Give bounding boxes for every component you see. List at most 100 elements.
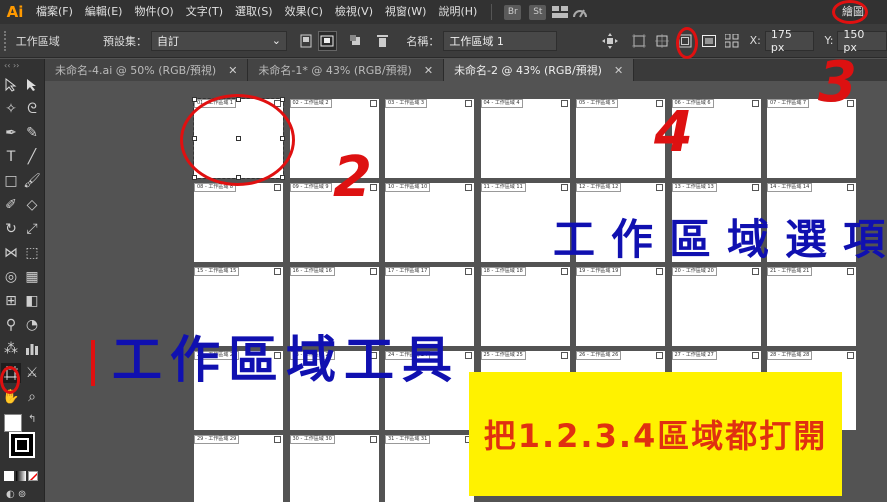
curvature-tool-icon[interactable]: ✎	[22, 123, 42, 143]
artboard-label[interactable]: 07 - 工作區域 7	[767, 99, 810, 108]
artboard-label[interactable]: 17 - 工作區域 17	[385, 267, 431, 276]
artboard-options-icon[interactable]	[847, 352, 854, 359]
resize-handle[interactable]	[192, 97, 197, 102]
none-mode-icon[interactable]	[28, 471, 38, 481]
artboard-label[interactable]: 10 - 工作區域 10	[385, 183, 431, 192]
resize-handle[interactable]	[192, 175, 197, 180]
artboard[interactable]: 29 - 工作區域 29	[194, 435, 283, 502]
width-tool-icon[interactable]: ⋈	[1, 243, 21, 263]
artboard[interactable]: 19 - 工作區域 19	[576, 267, 665, 346]
shaper-tool-icon[interactable]: ✐	[1, 195, 21, 215]
artboard-options-icon[interactable]	[465, 268, 472, 275]
artboard-label[interactable]: 14 - 工作區域 14	[767, 183, 813, 192]
artboard-options-icon[interactable]	[700, 31, 719, 51]
artboard-options-icon[interactable]	[560, 100, 568, 107]
move-with-artboard-icon[interactable]	[601, 31, 620, 51]
menu-view[interactable]: 檢視(V)	[329, 0, 379, 24]
artboard-label[interactable]: 30 - 工作區域 30	[289, 435, 335, 444]
artboard-options-icon[interactable]	[847, 268, 854, 275]
menu-type[interactable]: 文字(T)	[180, 0, 229, 24]
draw-mode-icon[interactable]: ◐ ⊚	[6, 489, 26, 500]
rectangle-tool-icon[interactable]: □	[1, 171, 21, 191]
gradient-mode-icon[interactable]	[16, 471, 26, 481]
artboard-options-icon[interactable]	[656, 268, 663, 275]
artboard[interactable]: 21 - 工作區域 21	[767, 267, 856, 346]
rearrange-artboards-icon[interactable]	[723, 31, 742, 51]
menu-window[interactable]: 視窗(W)	[379, 0, 432, 24]
swap-colors-icon[interactable]: ↰	[28, 414, 36, 425]
show-cross-hairs-icon[interactable]	[652, 31, 671, 51]
gpu-performance-icon[interactable]	[570, 2, 590, 22]
line-tool-icon[interactable]: ╱	[22, 147, 42, 167]
color-mode-icon[interactable]	[4, 471, 14, 481]
artboard-label[interactable]: 16 - 工作區域 16	[289, 267, 335, 276]
landscape-button[interactable]	[317, 30, 337, 51]
artboard-options-icon[interactable]	[847, 184, 854, 191]
tab-doc-2[interactable]: 未命名-2 @ 43% (RGB/預視) ✕	[444, 59, 635, 81]
gradient-tool-icon[interactable]: ◧	[22, 291, 42, 311]
menu-file[interactable]: 檔案(F)	[30, 0, 79, 24]
menu-select[interactable]: 選取(S)	[229, 0, 279, 24]
artboard[interactable]: 05 - 工作區域 5	[576, 99, 665, 178]
artboard-label[interactable]: 19 - 工作區域 19	[576, 267, 622, 276]
panel-collapse-icon[interactable]: ‹‹ ››	[4, 61, 40, 70]
artboard-options-icon[interactable]	[656, 184, 663, 191]
artboard-label[interactable]: 05 - 工作區域 5	[576, 99, 619, 108]
stroke-swatch[interactable]	[9, 432, 35, 458]
artboard-options-icon[interactable]	[751, 184, 759, 191]
artboard-label[interactable]: 21 - 工作區域 21	[767, 267, 813, 276]
preset-select[interactable]: 自訂 ⌄	[150, 30, 288, 51]
artboard-options-icon[interactable]	[465, 184, 472, 191]
bridge-button[interactable]: Br	[504, 4, 522, 20]
artboard[interactable]: 03 - 工作區域 3	[385, 99, 474, 178]
artboard[interactable]: 20 - 工作區域 20	[671, 267, 761, 346]
perspective-grid-tool-icon[interactable]: ▦	[22, 267, 42, 287]
slice-tool-icon[interactable]: ⚔	[22, 363, 42, 383]
shape-builder-tool-icon[interactable]: ◎	[1, 267, 21, 287]
eraser-tool-icon[interactable]: ◇	[22, 195, 42, 215]
blend-tool-icon[interactable]: ◔	[22, 315, 42, 335]
artboard-label[interactable]: 25 - 工作區域 25	[480, 351, 526, 360]
type-tool-icon[interactable]: T	[1, 147, 21, 167]
scale-tool-icon[interactable]: ⤢	[22, 219, 42, 239]
artboard-label[interactable]: 13 - 工作區域 13	[671, 183, 717, 192]
artboard-options-icon[interactable]	[560, 268, 568, 275]
artboard-label[interactable]: 27 - 工作區域 27	[671, 351, 717, 360]
artboard-options-icon[interactable]	[560, 184, 568, 191]
artboard-name-field[interactable]: 工作區域 1	[443, 30, 557, 51]
show-center-mark-icon[interactable]	[630, 31, 649, 51]
x-field[interactable]: 175 px	[764, 28, 815, 54]
artboard[interactable]: 08 - 工作區域 8	[194, 183, 283, 262]
artboard[interactable]: 30 - 工作區域 30	[289, 435, 379, 502]
artboard-options-icon[interactable]	[465, 100, 472, 107]
artboard-label[interactable]: 02 - 工作區域 2	[289, 99, 332, 108]
menu-edit[interactable]: 編輯(E)	[79, 0, 129, 24]
artboard[interactable]: 04 - 工作區域 4	[480, 99, 570, 178]
y-field[interactable]: 150 px	[837, 28, 887, 54]
eyedropper-tool-icon[interactable]: ⚲	[1, 315, 21, 335]
artboard-options-icon[interactable]	[465, 352, 472, 359]
artboard-options-icon[interactable]	[369, 268, 377, 275]
delete-artboard-icon[interactable]	[374, 31, 393, 51]
artboard-label[interactable]: 26 - 工作區域 26	[576, 351, 622, 360]
rotate-tool-icon[interactable]: ↻	[1, 219, 21, 239]
artboard-label[interactable]: 20 - 工作區域 20	[671, 267, 717, 276]
new-artboard-icon[interactable]	[347, 31, 366, 51]
paintbrush-tool-icon[interactable]: 🖌	[22, 171, 42, 191]
resize-handle[interactable]	[280, 175, 285, 180]
menu-object[interactable]: 物件(O)	[128, 0, 179, 24]
artboard-options-icon[interactable]	[369, 100, 377, 107]
stock-button[interactable]: St	[529, 4, 547, 20]
magic-wand-tool-icon[interactable]: ✧	[1, 99, 21, 119]
tab-doc-1[interactable]: 未命名-1* @ 43% (RGB/預視) ✕	[248, 59, 445, 81]
artboard-label[interactable]: 18 - 工作區域 18	[480, 267, 526, 276]
artboard-label[interactable]: 15 - 工作區域 15	[194, 267, 240, 276]
tab-doc-4[interactable]: 未命名-4.ai @ 50% (RGB/預視) ✕	[45, 59, 249, 81]
artboard-options-icon[interactable]	[274, 184, 281, 191]
zoom-tool-icon[interactable]: ⌕	[22, 387, 42, 407]
close-icon[interactable]: ✕	[424, 64, 433, 77]
column-graph-tool-icon[interactable]	[22, 339, 42, 359]
artboard-options-icon[interactable]	[560, 352, 568, 359]
artboard-options-icon[interactable]	[656, 352, 663, 359]
artboard-options-icon[interactable]	[274, 268, 281, 275]
